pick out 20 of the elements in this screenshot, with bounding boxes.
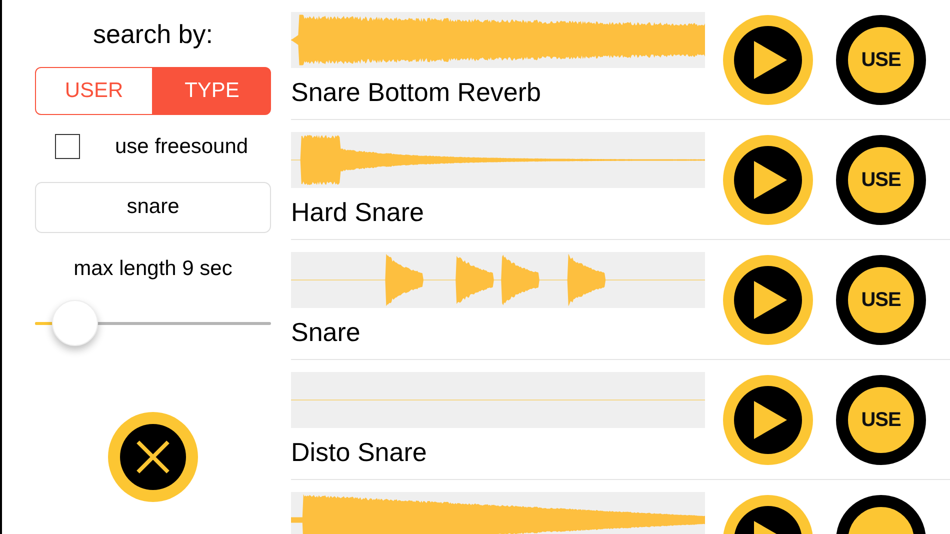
- use-button[interactable]: USE: [836, 255, 926, 345]
- play-icon: [734, 386, 802, 454]
- use-button[interactable]: USE: [836, 15, 926, 105]
- search-field[interactable]: snare: [35, 182, 271, 232]
- play-icon: [734, 266, 802, 334]
- close-button[interactable]: [108, 412, 198, 502]
- slider[interactable]: [35, 300, 271, 346]
- use-button[interactable]: USE: [836, 135, 926, 225]
- sound-name: Hard Snare: [291, 196, 425, 228]
- slider-thumb[interactable]: [52, 300, 98, 346]
- checkbox-label: use freesound: [115, 134, 248, 160]
- sound-name: Snare Bottom Reverb: [291, 76, 542, 108]
- use-button[interactable]: USE: [836, 375, 926, 465]
- checkbox[interactable]: [55, 134, 80, 160]
- slider-label: max length 9 sec: [74, 256, 232, 282]
- play-icon: [734, 26, 802, 94]
- sound-name: Snare: [291, 316, 362, 348]
- sound-name: Disto Snare: [291, 436, 428, 468]
- play-icon: [734, 146, 802, 214]
- panel-title: search by:: [93, 18, 213, 50]
